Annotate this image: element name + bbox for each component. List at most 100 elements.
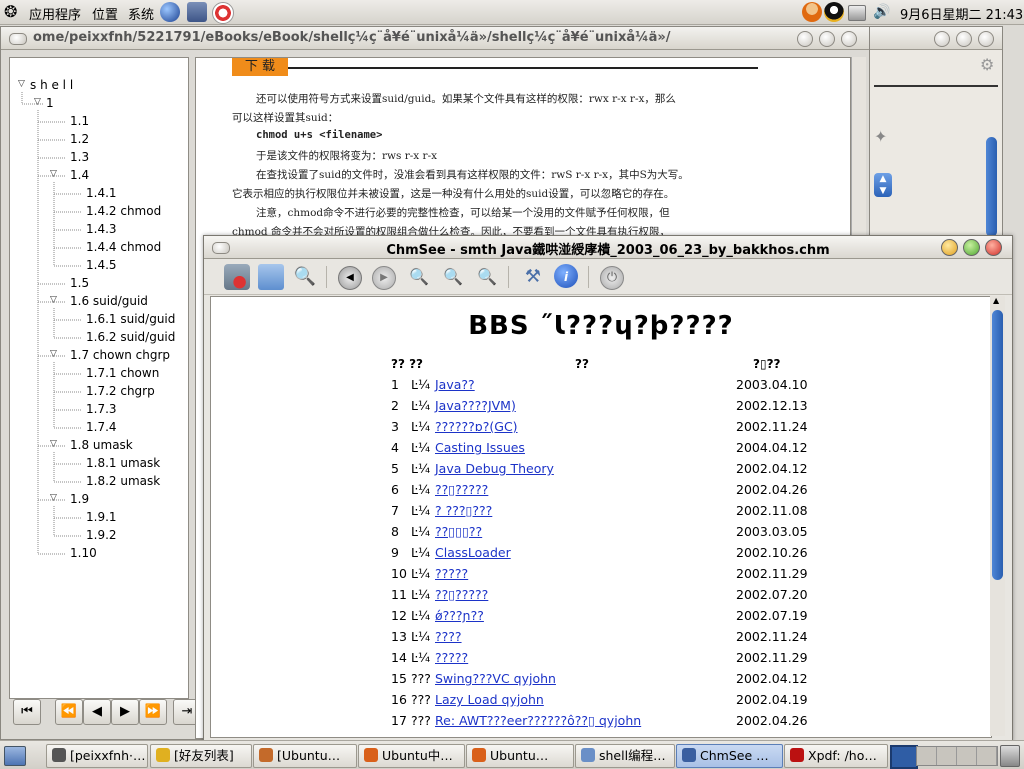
- volume-icon[interactable]: 🔊: [873, 2, 893, 22]
- article-link[interactable]: ??????ɒ?(GC): [435, 419, 518, 434]
- tree-item[interactable]: 1: [46, 96, 54, 110]
- prev-page-icon[interactable]: ◀: [83, 699, 111, 725]
- zoom-out-icon[interactable]: 🔍: [474, 264, 500, 290]
- article-link[interactable]: ? ???▯???: [435, 503, 492, 518]
- folder-icon[interactable]: [258, 264, 284, 290]
- article-link[interactable]: Java????JVM): [435, 398, 516, 413]
- qq-penguin-icon[interactable]: [824, 2, 844, 22]
- help-lifebuoy-icon[interactable]: [212, 2, 234, 24]
- preferences-icon[interactable]: ⚒: [520, 264, 546, 290]
- tree-item[interactable]: 1.8.2 umask: [86, 474, 160, 488]
- taskbar-button[interactable]: Ubuntu…: [466, 744, 574, 768]
- tree-item[interactable]: 1.9.2: [86, 528, 117, 542]
- tree-item[interactable]: 1.7.1 chown: [86, 366, 159, 380]
- tree-item[interactable]: 1.9.1: [86, 510, 117, 524]
- tree-item[interactable]: 1.4.2 chmod: [86, 204, 161, 218]
- tree-item[interactable]: s h e l l: [30, 78, 73, 92]
- taskbar-button[interactable]: Xpdf: /ho…: [784, 744, 888, 768]
- next-page-icon[interactable]: ▶: [111, 699, 139, 725]
- article-link[interactable]: ??▯?????: [435, 482, 488, 497]
- tree-item[interactable]: 1.7 chown chgrp: [70, 348, 170, 362]
- info-icon[interactable]: i: [554, 264, 578, 288]
- taskbar-button[interactable]: [好友列表]: [150, 744, 252, 768]
- minimize-button[interactable]: [797, 31, 813, 47]
- chm-scrollbar[interactable]: ▲: [990, 296, 1005, 736]
- open-file-icon[interactable]: [224, 264, 250, 290]
- article-link[interactable]: Java Debug Theory: [435, 461, 554, 476]
- tree-item[interactable]: 1.8 umask: [70, 438, 133, 452]
- article-link[interactable]: ?????: [435, 650, 468, 665]
- article-link[interactable]: ?????: [435, 566, 468, 581]
- printer-icon[interactable]: [848, 5, 866, 21]
- tree-item[interactable]: 1.7.2 chgrp: [86, 384, 155, 398]
- tree-item[interactable]: 1.2: [70, 132, 89, 146]
- tree-expander-icon[interactable]: ▽: [50, 493, 57, 503]
- maximize-button[interactable]: [819, 31, 835, 47]
- tree-item[interactable]: 1.10: [70, 546, 97, 560]
- taskbar-button[interactable]: [Ubuntu…: [253, 744, 357, 768]
- close-button[interactable]: [985, 239, 1002, 256]
- tree-item[interactable]: 1.6.2 suid/guid: [86, 330, 175, 344]
- back-icon[interactable]: ◀: [338, 266, 362, 290]
- tree-expander-icon[interactable]: ▽: [34, 97, 41, 107]
- minimize-button[interactable]: [941, 239, 958, 256]
- zoom-in-icon[interactable]: 🔍: [406, 264, 432, 290]
- reader-titlebar[interactable]: ome/peixxfnh/5221791/eBooks/eBook/shellç…: [1, 27, 869, 50]
- tree-item[interactable]: 1.4.5: [86, 258, 117, 272]
- tree-item[interactable]: 1.7.4: [86, 420, 117, 434]
- first-section-icon[interactable]: ⏮: [13, 699, 41, 725]
- tree-item[interactable]: 1.1: [70, 114, 89, 128]
- maximize-button[interactable]: [963, 239, 980, 256]
- tree-item[interactable]: 1.7.3: [86, 402, 117, 416]
- tree-expander-icon[interactable]: ▽: [18, 79, 25, 89]
- show-desktop-icon[interactable]: [4, 746, 26, 766]
- minimize-button[interactable]: [934, 31, 950, 47]
- user-icon[interactable]: [802, 2, 822, 22]
- gear-icon[interactable]: ⚙: [980, 55, 994, 74]
- tree-item[interactable]: 1.3: [70, 150, 89, 164]
- article-link[interactable]: ??▯▯▯??: [435, 524, 482, 539]
- tree-item[interactable]: 1.5: [70, 276, 89, 290]
- window-menu-button[interactable]: [9, 33, 27, 45]
- background-window-titlebar[interactable]: [870, 27, 1002, 50]
- close-button[interactable]: [841, 31, 857, 47]
- zoom-reset-icon[interactable]: 🔍: [440, 264, 466, 290]
- article-link[interactable]: Java??: [435, 377, 475, 392]
- tree-item[interactable]: 1.6 suid/guid: [70, 294, 148, 308]
- chmsee-titlebar[interactable]: ChmSee - smth Java鐵哄湴綬庨樻_2003_06_23_by_b…: [204, 236, 1012, 259]
- maximize-button[interactable]: [956, 31, 972, 47]
- taskbar-button[interactable]: [peixxfnh·…: [46, 744, 148, 768]
- menu-places[interactable]: 位置: [92, 4, 118, 23]
- tree-expander-icon[interactable]: ▽: [50, 295, 57, 305]
- scrollbar-thumb[interactable]: [992, 310, 1003, 580]
- taskbar-button[interactable]: shell编程…: [575, 744, 675, 768]
- globe-icon[interactable]: [160, 2, 180, 22]
- forward-icon[interactable]: ▶: [372, 266, 396, 290]
- chm-content-page[interactable]: BBS ˝Ɩ???ɥ?þ???? ?? ?? ?? ?▯?? 1 Ŀ¼ Java??…: [210, 296, 992, 738]
- article-link[interactable]: ClassLoader: [435, 545, 511, 560]
- workspace-switcher[interactable]: [890, 745, 918, 769]
- tree-item[interactable]: 1.9: [70, 492, 89, 506]
- article-link[interactable]: ??▯?????: [435, 587, 488, 602]
- article-link[interactable]: Lazy Load qyjohn: [435, 692, 544, 707]
- menu-system[interactable]: 系统: [128, 4, 154, 23]
- next-section-icon[interactable]: ⏩: [139, 699, 167, 725]
- mail-icon[interactable]: [187, 2, 207, 22]
- tree-item[interactable]: 1.4.3: [86, 222, 117, 236]
- close-button[interactable]: [978, 31, 994, 47]
- search-icon[interactable]: 🔍: [292, 264, 318, 290]
- tree-item[interactable]: 1.4.4 chmod: [86, 240, 161, 254]
- article-link[interactable]: ǿ???ɲ??: [435, 608, 484, 623]
- tree-expander-icon[interactable]: ▽: [50, 349, 57, 359]
- trash-icon[interactable]: [1000, 745, 1020, 767]
- workspace-switcher[interactable]: [916, 746, 998, 766]
- tree-item[interactable]: 1.8.1 umask: [86, 456, 160, 470]
- spin-button[interactable]: ▲ ▼: [874, 173, 892, 197]
- taskbar-button[interactable]: Ubuntu中…: [358, 744, 465, 768]
- scroll-up-arrow-icon[interactable]: ▲: [993, 296, 999, 305]
- power-icon[interactable]: ⏻: [600, 266, 624, 290]
- menu-applications[interactable]: 应用程序: [29, 4, 81, 23]
- article-link[interactable]: Re: AWT???eer??????ô??▯ qyjohn: [435, 713, 641, 728]
- taskbar-button[interactable]: ChmSee …: [676, 744, 783, 768]
- clock[interactable]: 9月6日星期二 21:43: [900, 4, 1023, 23]
